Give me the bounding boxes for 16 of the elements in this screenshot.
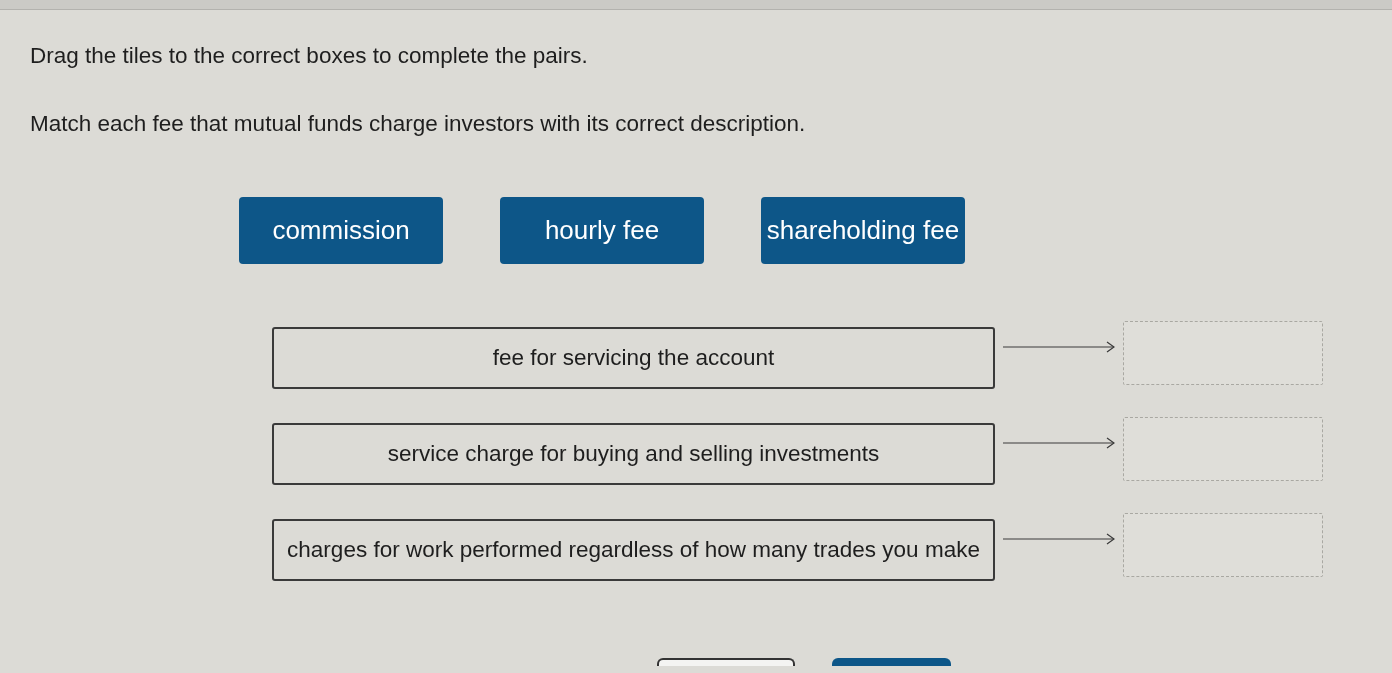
filled-button[interactable] (832, 658, 951, 666)
arrow-icon (1003, 437, 1115, 449)
arrow-icon (1003, 533, 1115, 545)
drop-box[interactable] (1123, 513, 1323, 577)
instruction-text: Match each fee that mutual funds charge investors with its correct description. (30, 111, 806, 137)
instruction-text: Drag the tiles to the correct boxes to complete the pairs. (30, 43, 588, 69)
answer-tile[interactable]: hourly fee (500, 197, 704, 264)
drop-box[interactable] (1123, 321, 1323, 385)
description-box: charges for work performed regardless of how many trades you make (272, 519, 995, 581)
description-box: fee for servicing the account (272, 327, 995, 389)
description-box: service charge for buying and selling investments (272, 423, 995, 485)
drop-box[interactable] (1123, 417, 1323, 481)
outlined-button[interactable] (657, 658, 795, 666)
answer-tile[interactable]: commission (239, 197, 443, 264)
answer-tile[interactable]: shareholding fee (761, 197, 965, 264)
arrow-icon (1003, 341, 1115, 353)
